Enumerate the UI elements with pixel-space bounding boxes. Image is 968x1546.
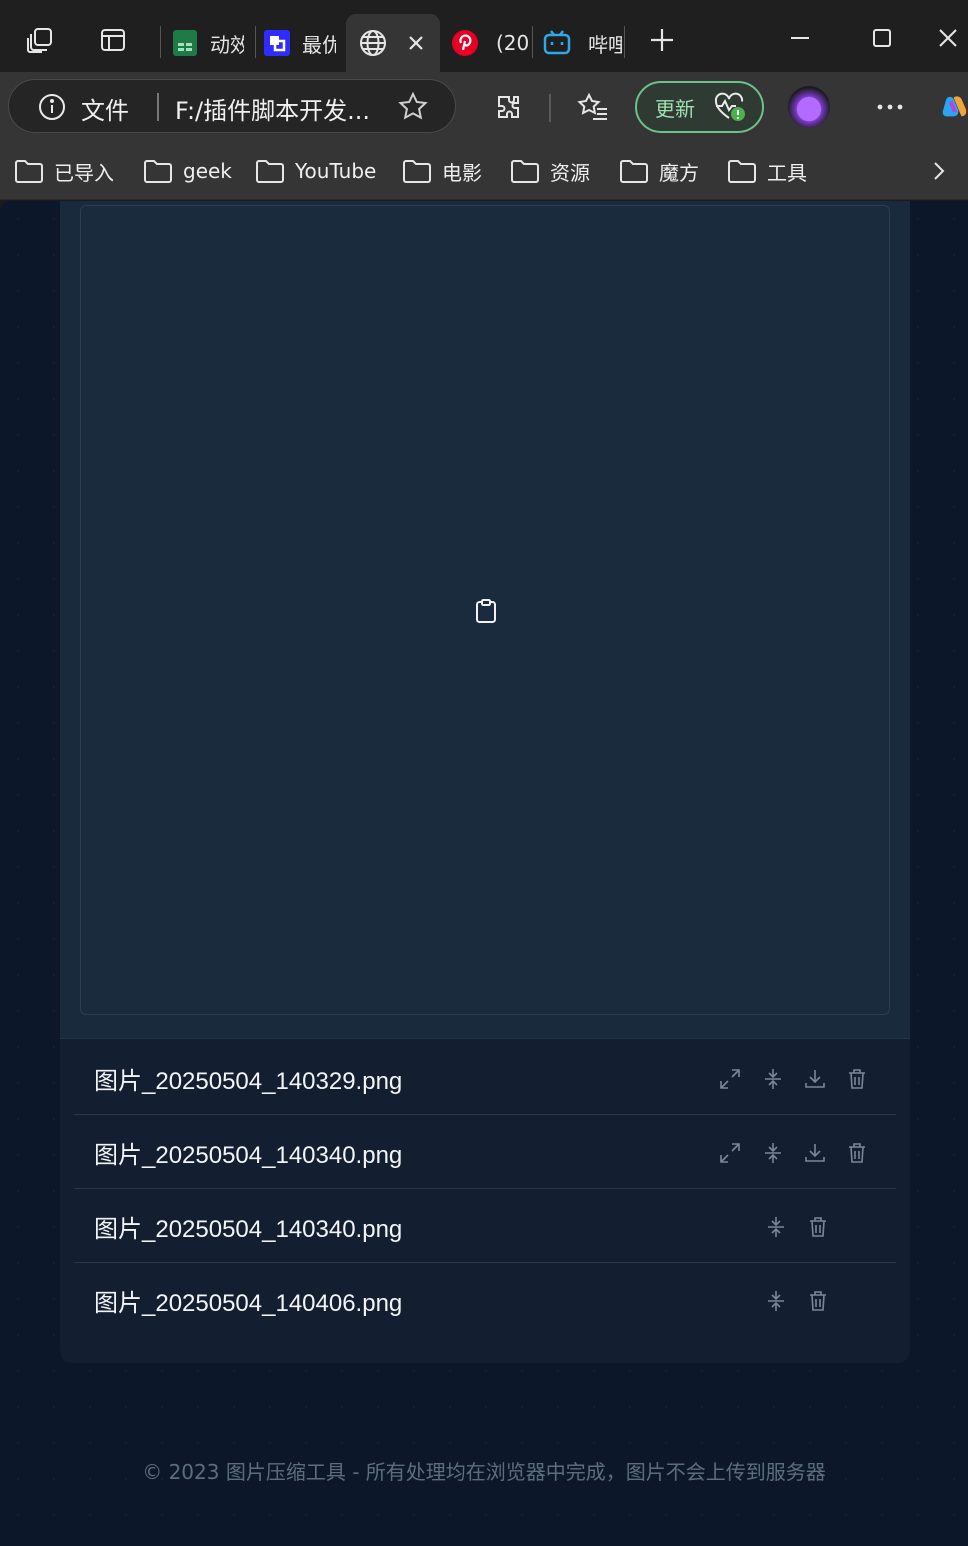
pinterest-icon — [450, 28, 480, 58]
bookmark-folder[interactable]: 已导入 — [14, 156, 114, 186]
bookmark-folder[interactable]: 魔方 — [619, 156, 699, 186]
close-window-icon[interactable] — [936, 16, 968, 60]
compress-icon[interactable] — [761, 1067, 785, 1091]
toolbar-divider — [549, 94, 551, 122]
more-menu-icon[interactable] — [872, 89, 908, 125]
tab-divider — [160, 26, 161, 58]
bookmarks-overflow-chevron-icon[interactable] — [926, 156, 952, 186]
download-icon[interactable] — [803, 1141, 827, 1165]
update-label: 更新 — [655, 96, 695, 121]
spreadsheet-icon — [170, 28, 200, 58]
tab-title: 哔哩 — [588, 32, 622, 57]
file-row: 图片_20250504_140340.png — [74, 1189, 896, 1263]
extensions-icon[interactable] — [490, 89, 526, 125]
folder-icon — [256, 160, 284, 183]
bookmark-folder[interactable]: 资源 — [510, 156, 590, 186]
copilot-icon[interactable] — [942, 89, 968, 125]
address-bar[interactable]: 文件 F:/插件脚本开发... — [8, 79, 456, 133]
folder-icon — [511, 160, 539, 183]
favorite-star-icon[interactable] — [397, 91, 429, 123]
page-content: 图片_20250504_140329.png 图片_20250504_14034… — [0, 201, 968, 1546]
browser-toolbar: 文件 F:/插件脚本开发... 更新 — [0, 72, 968, 142]
delete-icon[interactable] — [806, 1289, 830, 1313]
image-dropzone[interactable] — [80, 205, 890, 1015]
preview-panel — [60, 201, 910, 1039]
address-divider — [157, 93, 159, 121]
new-tab-icon[interactable] — [644, 22, 680, 58]
delete-icon[interactable] — [806, 1215, 830, 1239]
bookmark-label: geek — [183, 159, 232, 183]
folder-icon — [403, 160, 431, 183]
tab-divider — [255, 26, 256, 58]
tab-title: 动效 — [210, 32, 244, 57]
clipboard-icon[interactable] — [473, 598, 499, 624]
site-security-label[interactable]: 文件 — [81, 91, 129, 126]
tab-title: 最优 — [302, 32, 336, 57]
bookmark-label: YouTube — [295, 159, 377, 183]
compressor-card: 图片_20250504_140329.png 图片_20250504_14034… — [60, 201, 910, 1363]
tab-strip: 动效 最优 (20) 哔哩 — [0, 0, 968, 72]
tab-2[interactable]: 最优 — [262, 14, 346, 72]
maximize-icon[interactable] — [860, 16, 904, 60]
bookmark-label: 电影 — [442, 160, 482, 185]
workspaces-icon[interactable] — [22, 22, 58, 58]
bookmark-folder[interactable]: 电影 — [402, 156, 482, 186]
file-row: 图片_20250504_140406.png — [74, 1263, 896, 1337]
compress-icon[interactable] — [764, 1215, 788, 1239]
profile-avatar[interactable] — [788, 86, 830, 128]
tab-actions-icon[interactable] — [95, 22, 131, 58]
bookmark-label: 工具 — [767, 160, 807, 185]
compress-icon[interactable] — [761, 1141, 785, 1165]
folder-icon — [144, 160, 172, 183]
bookmark-label: 已导入 — [54, 160, 114, 185]
bookmark-folder[interactable]: YouTube — [255, 156, 376, 186]
favorites-icon[interactable] — [575, 89, 611, 125]
tab-divider — [532, 26, 533, 58]
file-name: 图片_20250504_140406.png — [94, 1290, 403, 1317]
folder-icon — [728, 160, 756, 183]
delete-icon[interactable] — [845, 1067, 869, 1091]
globe-icon — [358, 28, 388, 58]
info-icon[interactable] — [37, 92, 67, 122]
expand-icon[interactable] — [718, 1067, 742, 1091]
compress-icon[interactable] — [764, 1289, 788, 1313]
update-button[interactable]: 更新 — [635, 81, 764, 133]
file-name: 图片_20250504_140329.png — [94, 1068, 403, 1095]
tab-5[interactable]: 哔哩 — [542, 14, 624, 72]
url-text[interactable]: F:/插件脚本开发... — [175, 91, 370, 126]
tab-4[interactable]: (20) — [450, 14, 532, 72]
file-name: 图片_20250504_140340.png — [94, 1142, 403, 1169]
file-row: 图片_20250504_140340.png — [74, 1115, 896, 1189]
bookmark-folder[interactable]: geek — [143, 156, 232, 186]
file-row: 图片_20250504_140329.png — [74, 1041, 896, 1115]
tab-divider — [624, 26, 625, 58]
folder-icon — [620, 160, 648, 183]
folder-icon — [15, 160, 43, 183]
file-name: 图片_20250504_140340.png — [94, 1216, 403, 1243]
health-update-icon — [713, 92, 747, 122]
tab-1[interactable]: 动效 — [170, 14, 254, 72]
tab-title: (20) — [496, 31, 530, 55]
app-icon — [262, 28, 292, 58]
bookmark-folder[interactable]: 工具 — [727, 156, 807, 186]
delete-icon[interactable] — [845, 1141, 869, 1165]
tab-active[interactable] — [346, 14, 440, 72]
close-tab-icon[interactable] — [404, 31, 428, 55]
page-footer: © 2023 图片压缩工具 - 所有处理均在浏览器中完成，图片不会上传到服务器 — [142, 1460, 826, 1484]
file-list: 图片_20250504_140329.png 图片_20250504_14034… — [74, 1041, 896, 1337]
bookmarks-bar: 已导入 geek YouTube 电影 资源 魔方 工具 — [0, 142, 968, 200]
download-icon[interactable] — [803, 1067, 827, 1091]
bookmark-label: 魔方 — [659, 160, 699, 185]
expand-icon[interactable] — [718, 1141, 742, 1165]
bookmark-label: 资源 — [550, 160, 590, 185]
bilibili-icon — [542, 28, 572, 58]
minimize-icon[interactable] — [778, 16, 822, 60]
